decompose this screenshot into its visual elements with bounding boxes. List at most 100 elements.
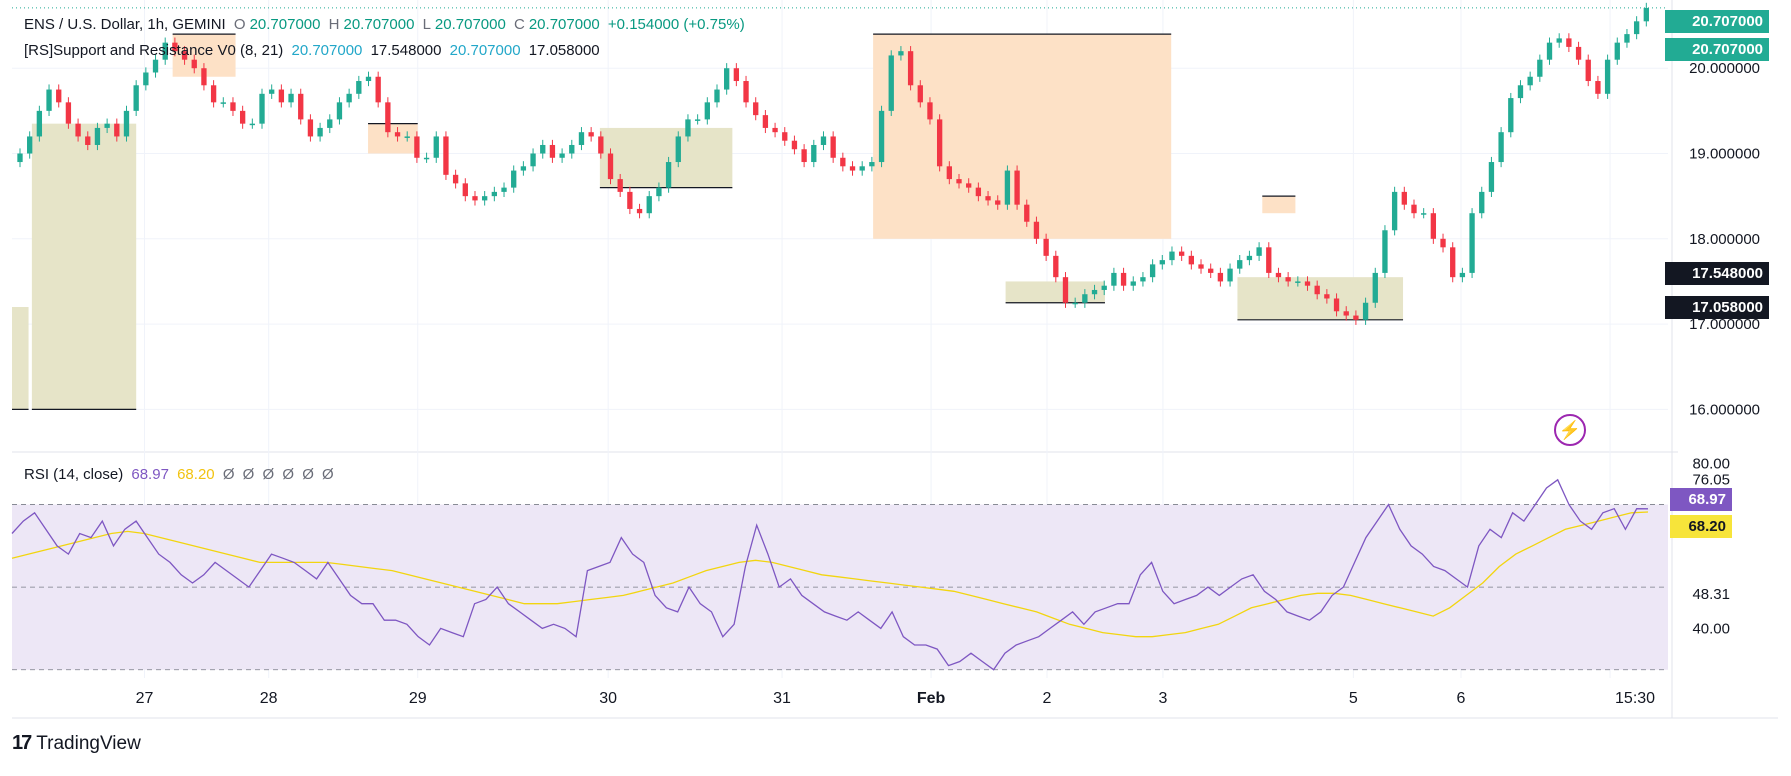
candle-body	[617, 179, 623, 192]
candle-body	[830, 136, 836, 158]
rsi-tick-label: 40.00	[1692, 620, 1730, 637]
symbol-title: ENS / U.S. Dollar, 1h, GEMINI	[24, 16, 226, 33]
rsi-empty-value: Ø	[302, 466, 314, 483]
candle-body	[114, 123, 120, 137]
support-zone	[1005, 281, 1105, 303]
candle-body	[482, 196, 488, 201]
candle-body	[907, 51, 914, 86]
candle-body	[1246, 255, 1253, 261]
candle-body	[511, 170, 517, 188]
candle-body	[1314, 285, 1320, 295]
candle-body	[104, 123, 110, 128]
candle-body	[1149, 264, 1156, 278]
tradingview-logo[interactable]: 17 TradingView	[12, 732, 141, 755]
candle-body	[995, 200, 1001, 205]
time-tick-label: 2	[1043, 690, 1052, 707]
rsi-tick-label: 76.05	[1692, 472, 1730, 489]
indicator-price-tag: 20.707000	[1665, 38, 1769, 61]
candle-body	[269, 89, 275, 94]
candle-body	[975, 187, 982, 197]
candle-body	[298, 93, 304, 120]
resistance-zone	[1262, 196, 1296, 214]
candle-body	[1479, 191, 1485, 214]
candle-body	[1537, 59, 1543, 77]
candle-body	[1159, 260, 1165, 265]
candle-body	[1178, 251, 1185, 256]
chart-canvas[interactable]: 16.00000017.00000018.00000019.00000020.0…	[0, 0, 1791, 771]
price-tick-label: 19.000000	[1689, 146, 1760, 163]
candle-body	[1595, 81, 1601, 94]
lightning-icon[interactable]: ⚡	[1554, 414, 1586, 446]
candle-body	[1527, 76, 1533, 86]
candle-body	[1091, 289, 1098, 295]
high-label: H	[328, 16, 340, 33]
candle-body	[733, 68, 740, 82]
candle-body	[1014, 170, 1020, 205]
candle-body	[1295, 281, 1301, 283]
candle-body	[239, 110, 246, 124]
candle-body	[433, 136, 439, 158]
candle-body	[191, 59, 197, 69]
rsi-legend[interactable]: RSI (14, close) 68.97 68.20 Ø Ø Ø Ø Ø Ø	[24, 466, 338, 483]
time-tick-label: 29	[409, 690, 427, 707]
candle-body	[985, 196, 991, 201]
candle-body	[1188, 255, 1194, 265]
candle-body	[1275, 272, 1282, 278]
candle-body	[811, 144, 817, 163]
candle-body	[936, 119, 943, 167]
candle-body	[375, 76, 381, 103]
candle-body	[1575, 46, 1582, 60]
candle-body	[1440, 238, 1446, 248]
candle-body	[588, 132, 594, 137]
candle-body	[336, 102, 343, 120]
candle-body	[1024, 204, 1030, 222]
candle-body	[356, 81, 362, 94]
close-label: C	[514, 16, 525, 33]
candle-body	[1256, 247, 1262, 256]
high-value: 20.707000	[343, 16, 415, 33]
candle-body	[1266, 247, 1272, 273]
candle-body	[210, 85, 217, 103]
candle-body	[278, 89, 285, 103]
candle-body	[849, 166, 856, 171]
candle-body	[143, 72, 149, 86]
candle-body	[1459, 272, 1466, 278]
candle-body	[17, 153, 23, 163]
candle-body	[1604, 59, 1611, 94]
candle-body	[1546, 42, 1553, 60]
candle-body	[1450, 247, 1456, 278]
candle-body	[1198, 264, 1204, 269]
rsi-value: 68.97	[131, 466, 169, 483]
tradingview-wordmark: TradingView	[36, 732, 141, 754]
candle-body	[394, 132, 401, 137]
open-label: O	[233, 16, 246, 33]
candle-body	[1508, 98, 1514, 133]
candle-body	[1624, 34, 1630, 43]
candle-body	[946, 166, 952, 180]
candle-body	[1566, 38, 1572, 47]
low-value: 20.707000	[434, 16, 506, 33]
candle-body	[559, 153, 565, 158]
candle-body	[65, 102, 72, 124]
candle-body	[75, 123, 81, 137]
candle-body	[1498, 132, 1504, 163]
rsi-empty-value: Ø	[322, 466, 334, 483]
candle-body	[230, 102, 236, 111]
candle-body	[801, 149, 807, 163]
support-zone	[1237, 277, 1404, 320]
candle-body	[1043, 238, 1049, 256]
support-level-tag: 17.548000	[1665, 262, 1769, 285]
candle-body	[1072, 302, 1078, 305]
candle-body	[201, 68, 207, 86]
candle-body	[1362, 302, 1369, 320]
candle-body	[1237, 260, 1243, 269]
time-tick-label: 5	[1349, 690, 1358, 707]
candle-body	[288, 93, 294, 103]
candle-body	[491, 191, 498, 197]
candle-body	[46, 89, 52, 111]
rsi-name: RSI (14, close)	[24, 466, 124, 483]
candle-body	[1053, 255, 1059, 278]
candle-body	[665, 162, 672, 188]
indicator-legend[interactable]: [RS]Support and Resistance V0 (8, 21) 20…	[24, 42, 604, 59]
candle-body	[414, 136, 420, 158]
